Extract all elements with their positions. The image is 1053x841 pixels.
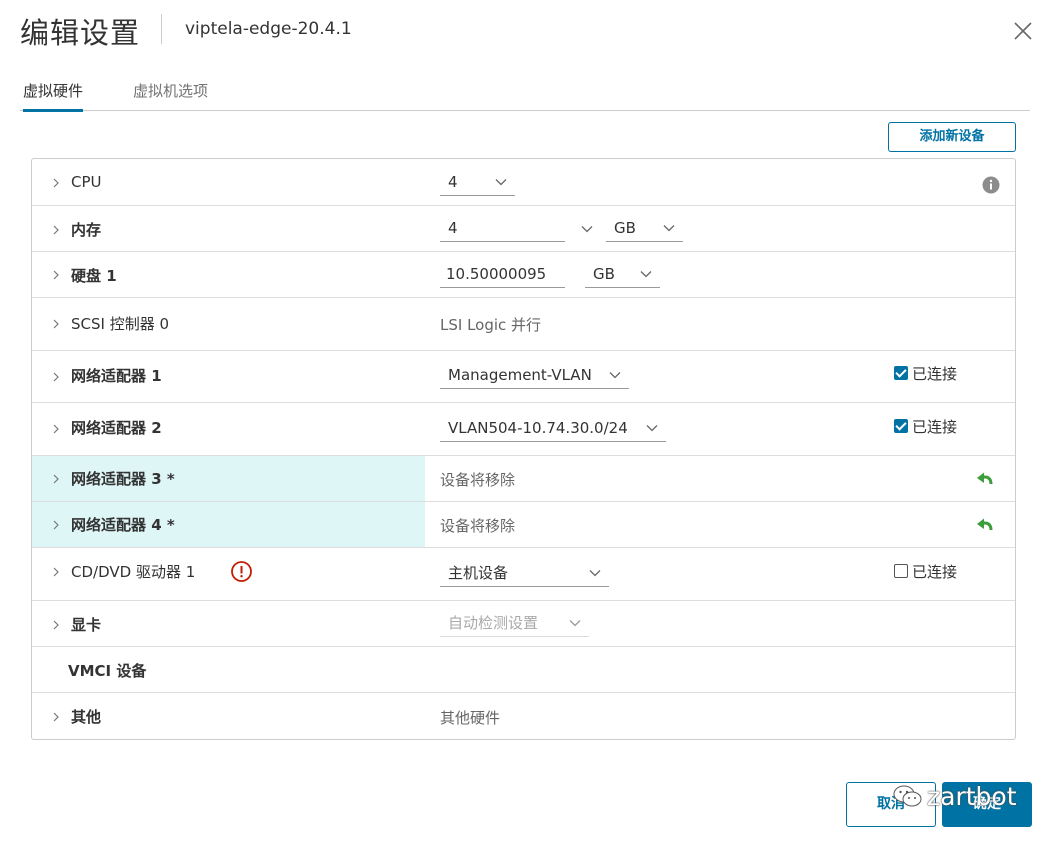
chevron-right-icon[interactable] bbox=[51, 474, 61, 484]
row-label: 网络适配器 2 bbox=[71, 419, 162, 437]
info-icon[interactable] bbox=[982, 176, 1000, 194]
row-label: VMCI 设备 bbox=[68, 662, 147, 680]
row-label: 网络适配器 3 * bbox=[71, 470, 175, 488]
checkbox-unchecked-icon[interactable] bbox=[894, 564, 908, 578]
chevron-down-icon bbox=[495, 179, 507, 186]
close-icon bbox=[1014, 22, 1032, 40]
cancel-button[interactable]: 取消 bbox=[846, 782, 936, 827]
row-network-adapter-3: 网络适配器 3 * 设备将移除 bbox=[32, 456, 1015, 502]
disk-size-input[interactable]: 10.50000095 bbox=[440, 262, 565, 288]
select-value: GB bbox=[614, 219, 636, 237]
tab-vm-options[interactable]: 虚拟机选项 bbox=[133, 80, 208, 109]
tab-virtual-hardware[interactable]: 虚拟硬件 bbox=[23, 80, 84, 112]
disk-unit-select[interactable]: GB bbox=[585, 262, 660, 288]
chevron-down-icon bbox=[569, 620, 581, 627]
row-label: SCSI 控制器 0 bbox=[71, 315, 170, 333]
row-label: 显卡 bbox=[71, 616, 102, 634]
network-2-select[interactable]: VLAN504-10.74.30.0/24 bbox=[440, 416, 666, 442]
memory-unit-select[interactable]: GB bbox=[606, 216, 683, 242]
row-label: CD/DVD 驱动器 1 bbox=[71, 563, 196, 581]
chevron-down-icon[interactable] bbox=[581, 225, 593, 233]
row-label: 其他 bbox=[71, 708, 102, 726]
undo-icon[interactable] bbox=[975, 471, 995, 487]
tab-bar: 虚拟硬件 虚拟机选项 bbox=[20, 70, 1030, 112]
select-value: GB bbox=[593, 265, 615, 283]
chevron-right-icon[interactable] bbox=[51, 225, 61, 235]
checkbox-checked-icon[interactable] bbox=[894, 419, 908, 433]
network-1-select[interactable]: Management-VLAN bbox=[440, 363, 629, 389]
chevron-right-icon[interactable] bbox=[51, 567, 61, 577]
checkbox-label: 已连接 bbox=[912, 563, 958, 581]
row-other: 其他 其他硬件 bbox=[32, 693, 1015, 739]
row-video-card: 显卡 自动检测设置 bbox=[32, 601, 1015, 647]
checkbox-label: 已连接 bbox=[912, 365, 958, 383]
warning-icon[interactable] bbox=[231, 561, 252, 582]
chevron-right-icon[interactable] bbox=[51, 620, 61, 630]
hardware-list: CPU 4 内存 4 GB 硬盘 1 10.50000095 GB SCSI 控… bbox=[31, 158, 1016, 740]
chevron-right-icon[interactable] bbox=[51, 424, 61, 434]
checkbox-checked-icon[interactable] bbox=[894, 366, 908, 380]
checkbox-label: 已连接 bbox=[912, 418, 958, 436]
connected-checkbox[interactable]: 已连接 bbox=[894, 416, 957, 437]
select-value: VLAN504-10.74.30.0/24 bbox=[448, 419, 628, 437]
row-value: 其他硬件 bbox=[440, 709, 501, 727]
row-value: 设备将移除 bbox=[440, 517, 516, 535]
close-button[interactable] bbox=[1010, 18, 1036, 44]
vm-name: viptela-edge-20.4.1 bbox=[185, 19, 352, 39]
row-scsi-controller: SCSI 控制器 0 LSI Logic 并行 bbox=[32, 298, 1015, 351]
select-value: Management-VLAN bbox=[448, 366, 592, 384]
cpu-count-select[interactable]: 4 bbox=[440, 170, 515, 196]
row-cd-dvd-drive: CD/DVD 驱动器 1 主机设备 已连接 bbox=[32, 548, 1015, 601]
chevron-right-icon[interactable] bbox=[51, 520, 61, 530]
chevron-down-icon bbox=[589, 570, 601, 577]
undo-icon[interactable] bbox=[975, 517, 995, 533]
select-value: 自动检测设置 bbox=[448, 614, 539, 632]
row-label: CPU bbox=[71, 173, 102, 191]
row-label: 内存 bbox=[71, 221, 102, 239]
chevron-right-icon[interactable] bbox=[51, 270, 61, 280]
cd-dvd-source-select[interactable]: 主机设备 bbox=[440, 561, 609, 587]
chevron-right-icon[interactable] bbox=[51, 712, 61, 722]
connected-checkbox[interactable]: 已连接 bbox=[894, 561, 957, 582]
input-value: 10.50000095 bbox=[446, 265, 547, 283]
input-value: 4 bbox=[448, 219, 458, 237]
select-value: 4 bbox=[448, 173, 458, 191]
video-settings-select: 自动检测设置 bbox=[440, 611, 589, 637]
row-cpu: CPU 4 bbox=[32, 159, 1015, 206]
row-label: 网络适配器 4 * bbox=[71, 516, 175, 534]
chevron-right-icon[interactable] bbox=[51, 319, 61, 329]
add-new-device-button[interactable]: 添加新设备 bbox=[888, 122, 1016, 152]
title-divider bbox=[161, 14, 162, 44]
select-value: 主机设备 bbox=[448, 564, 509, 582]
row-label: 网络适配器 1 bbox=[71, 367, 162, 385]
dialog-header: 编辑设置 viptela-edge-20.4.1 bbox=[0, 0, 1053, 62]
chevron-right-icon[interactable] bbox=[51, 372, 61, 382]
row-memory: 内存 4 GB bbox=[32, 206, 1015, 252]
ok-button[interactable]: 确定 bbox=[942, 782, 1032, 827]
row-network-adapter-2: 网络适配器 2 VLAN504-10.74.30.0/24 已连接 bbox=[32, 403, 1015, 456]
row-value: 设备将移除 bbox=[440, 471, 516, 489]
chevron-down-icon bbox=[663, 225, 675, 232]
memory-size-input[interactable]: 4 bbox=[440, 216, 565, 242]
chevron-down-icon bbox=[640, 271, 652, 278]
chevron-down-icon bbox=[609, 372, 621, 379]
chevron-down-icon bbox=[646, 425, 658, 432]
row-vmci-device: VMCI 设备 bbox=[32, 647, 1015, 693]
row-disk: 硬盘 1 10.50000095 GB bbox=[32, 252, 1015, 298]
row-label: 硬盘 1 bbox=[71, 267, 117, 285]
chevron-right-icon[interactable] bbox=[51, 178, 61, 188]
row-network-adapter-4: 网络适配器 4 * 设备将移除 bbox=[32, 502, 1015, 548]
connected-checkbox[interactable]: 已连接 bbox=[894, 363, 957, 384]
row-network-adapter-1: 网络适配器 1 Management-VLAN 已连接 bbox=[32, 351, 1015, 403]
row-value: LSI Logic 并行 bbox=[440, 316, 542, 334]
dialog-title: 编辑设置 bbox=[20, 16, 141, 50]
